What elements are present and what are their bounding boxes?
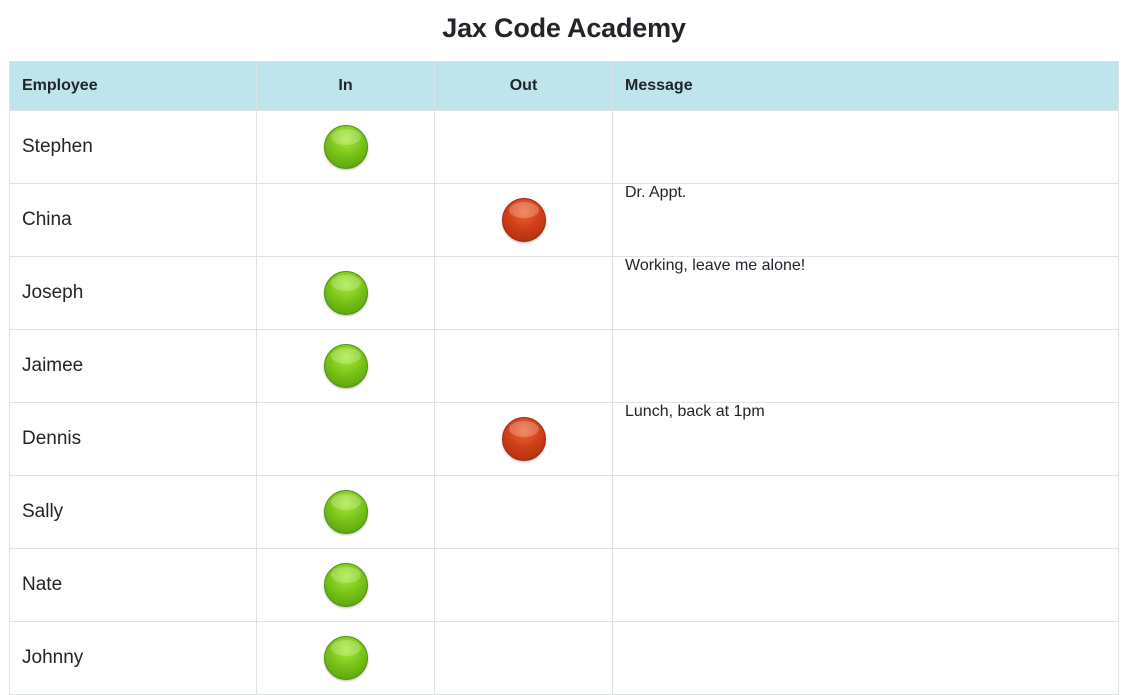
table-row: Sally <box>9 475 1119 549</box>
column-header-in: In <box>256 61 435 111</box>
employee-name-cell: Sally <box>9 475 257 549</box>
out-status-cell[interactable] <box>434 548 613 622</box>
table-row: Johnny <box>9 621 1119 695</box>
red-status-light-icon[interactable] <box>501 198 546 242</box>
message-cell: Working, leave me alone! <box>612 256 1119 330</box>
message-cell <box>612 548 1119 622</box>
table-row: Stephen <box>9 110 1119 184</box>
message-cell <box>612 621 1119 695</box>
message-cell <box>612 329 1119 403</box>
red-status-light-icon[interactable] <box>501 417 546 461</box>
table-row: Joseph Working, leave me alone! <box>9 256 1119 330</box>
column-header-out: Out <box>434 61 613 111</box>
green-status-light-icon[interactable] <box>323 271 368 315</box>
in-status-cell[interactable] <box>256 548 435 622</box>
green-status-light-icon[interactable] <box>323 636 368 680</box>
page: Jax Code Academy Employee In Out Message… <box>0 0 1128 695</box>
employee-name-cell: Stephen <box>9 110 257 184</box>
out-status-cell[interactable] <box>434 110 613 184</box>
table-header: Employee In Out Message <box>9 61 1119 111</box>
in-status-cell[interactable] <box>256 183 435 257</box>
page-title: Jax Code Academy <box>442 13 686 43</box>
message-cell <box>612 475 1119 549</box>
in-status-cell[interactable] <box>256 329 435 403</box>
column-header-employee: Employee <box>9 61 257 111</box>
table-row: Dennis Lunch, back at 1pm <box>9 402 1119 476</box>
table-body: Stephen China Dr. Appt. Joseph Working, leav… <box>9 110 1119 695</box>
column-header-message: Message <box>612 61 1119 111</box>
table-row: Jaimee <box>9 329 1119 403</box>
employee-name-cell: Joseph <box>9 256 257 330</box>
in-status-cell[interactable] <box>256 475 435 549</box>
message-cell <box>612 110 1119 184</box>
green-status-light-icon[interactable] <box>323 490 368 534</box>
in-out-board-table: Employee In Out Message Stephen China Dr. … <box>9 61 1119 695</box>
table-row: Nate <box>9 548 1119 622</box>
out-status-cell[interactable] <box>434 256 613 330</box>
table-row: China Dr. Appt. <box>9 183 1119 257</box>
employee-name-cell: China <box>9 183 257 257</box>
employee-name-cell: Jaimee <box>9 329 257 403</box>
message-cell: Lunch, back at 1pm <box>612 402 1119 476</box>
employee-name-cell: Johnny <box>9 621 257 695</box>
green-status-light-icon[interactable] <box>323 344 368 388</box>
out-status-cell[interactable] <box>434 621 613 695</box>
in-status-cell[interactable] <box>256 402 435 476</box>
employee-name-cell: Nate <box>9 548 257 622</box>
in-status-cell[interactable] <box>256 621 435 695</box>
green-status-light-icon[interactable] <box>323 125 368 169</box>
table-header-row: Employee In Out Message <box>9 61 1119 111</box>
out-status-cell[interactable] <box>434 402 613 476</box>
out-status-cell[interactable] <box>434 183 613 257</box>
employee-name-cell: Dennis <box>9 402 257 476</box>
out-status-cell[interactable] <box>434 475 613 549</box>
green-status-light-icon[interactable] <box>323 563 368 607</box>
in-status-cell[interactable] <box>256 256 435 330</box>
message-cell: Dr. Appt. <box>612 183 1119 257</box>
in-status-cell[interactable] <box>256 110 435 184</box>
out-status-cell[interactable] <box>434 329 613 403</box>
